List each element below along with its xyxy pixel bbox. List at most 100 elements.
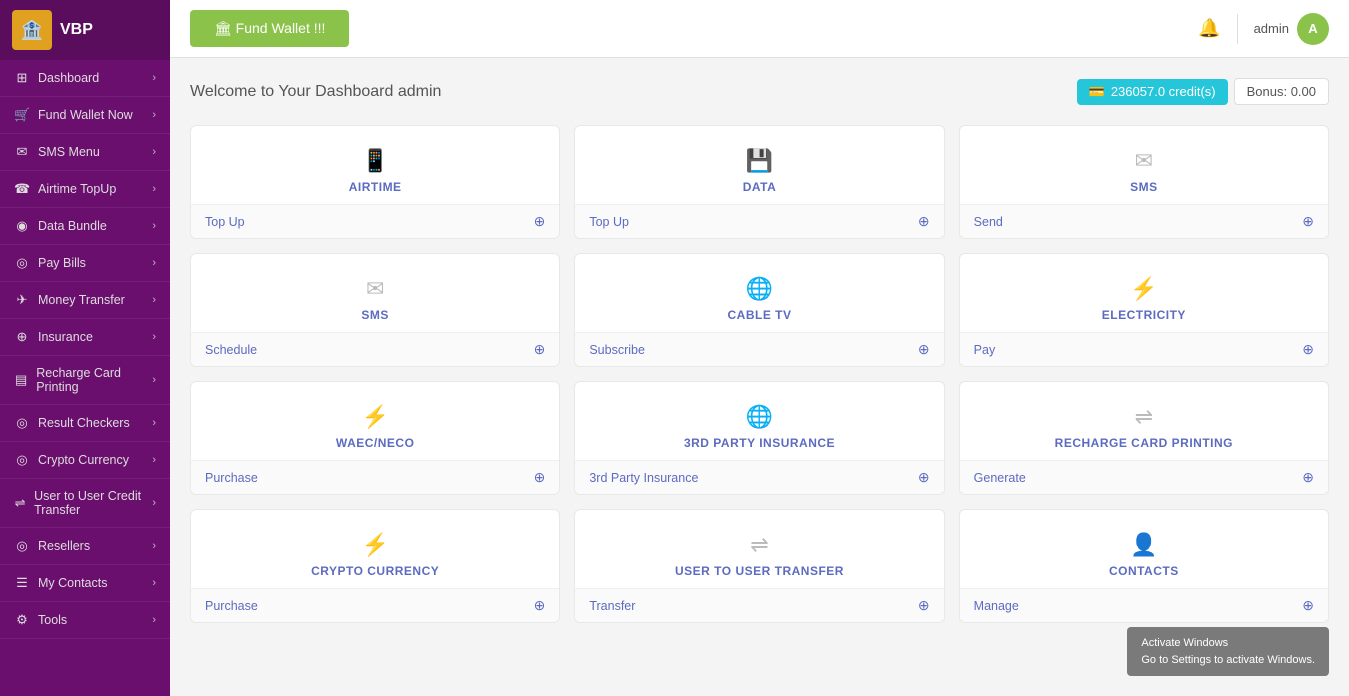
sidebar-item-left: ✈ Money Transfer [14, 292, 125, 308]
card-action-label-3rd-party[interactable]: 3rd Party Insurance [589, 471, 698, 485]
card-action-label-sms[interactable]: Send [974, 215, 1003, 229]
card-action-sms2[interactable]: Schedule ⊕ [191, 332, 559, 366]
card-top-crypto: ⚡ CRYPTO CURRENCY [191, 510, 559, 588]
sidebar-icon-pay-bills: ◎ [14, 255, 30, 271]
sidebar-item-pay-bills[interactable]: ◎ Pay Bills › [0, 245, 170, 282]
card-title-sms: SMS [1130, 180, 1158, 194]
card-action-label-data[interactable]: Top Up [589, 215, 629, 229]
sidebar-item-sms-menu[interactable]: ✉ SMS Menu › [0, 134, 170, 171]
card-action-user-transfer[interactable]: Transfer ⊕ [575, 588, 943, 622]
card-action-label-cable-tv[interactable]: Subscribe [589, 343, 645, 357]
card-electricity[interactable]: ⚡ ELECTRICITY Pay ⊕ [959, 253, 1329, 367]
card-contacts[interactable]: 👤 CONTACTS Manage ⊕ [959, 509, 1329, 623]
sidebar-item-insurance[interactable]: ⊕ Insurance › [0, 319, 170, 356]
sidebar-logo[interactable]: 🏦 VBP [0, 0, 170, 60]
card-data[interactable]: 💾 DATA Top Up ⊕ [574, 125, 944, 239]
card-action-contacts[interactable]: Manage ⊕ [960, 588, 1328, 622]
logo-text: VBP [60, 21, 93, 39]
sidebar-label-crypto-currency: Crypto Currency [38, 453, 129, 467]
card-title-recharge-card: RECHARGE CARD PRINTING [1055, 436, 1233, 450]
credits-badge: 💳 236057.0 credit(s) [1077, 79, 1228, 105]
card-action-label-contacts[interactable]: Manage [974, 599, 1019, 613]
card-top-recharge-card: ⇌ RECHARGE CARD PRINTING [960, 382, 1328, 460]
card-icon-data: 💾 [746, 148, 773, 174]
card-icon-electricity: ⚡ [1130, 276, 1157, 302]
card-3rd-party[interactable]: 🌐 3RD PARTY INSURANCE 3rd Party Insuranc… [574, 381, 944, 495]
card-action-recharge-card[interactable]: Generate ⊕ [960, 460, 1328, 494]
card-title-contacts: CONTACTS [1109, 564, 1179, 578]
card-airtime[interactable]: 📱 AIRTIME Top Up ⊕ [190, 125, 560, 239]
sidebar-item-airtime-topup[interactable]: ☎ Airtime TopUp › [0, 171, 170, 208]
card-recharge-card[interactable]: ⇌ RECHARGE CARD PRINTING Generate ⊕ [959, 381, 1329, 495]
chevron-icon-fund-wallet: › [152, 109, 156, 121]
sidebar-item-my-contacts[interactable]: ☰ My Contacts › [0, 565, 170, 602]
credits-area: 💳 236057.0 credit(s) Bonus: 0.00 [1077, 78, 1329, 105]
sidebar-item-recharge-card[interactable]: ▤ Recharge Card Printing › [0, 356, 170, 405]
card-top-contacts: 👤 CONTACTS [960, 510, 1328, 588]
card-action-data[interactable]: Top Up ⊕ [575, 204, 943, 238]
sidebar-label-user-transfer: User to User Credit Transfer [34, 489, 152, 517]
card-action-crypto[interactable]: Purchase ⊕ [191, 588, 559, 622]
card-action-plus-airtime: ⊕ [534, 213, 546, 230]
chevron-icon-sms-menu: › [152, 146, 156, 158]
card-cable-tv[interactable]: 🌐 CABLE TV Subscribe ⊕ [574, 253, 944, 367]
avatar: A [1297, 13, 1329, 45]
card-sms2[interactable]: ✉ SMS Schedule ⊕ [190, 253, 560, 367]
card-action-label-crypto[interactable]: Purchase [205, 599, 258, 613]
card-action-plus-electricity: ⊕ [1302, 341, 1314, 358]
card-action-airtime[interactable]: Top Up ⊕ [191, 204, 559, 238]
sidebar-icon-dashboard: ⊞ [14, 70, 30, 86]
chevron-icon-money-transfer: › [152, 294, 156, 306]
sidebar-item-result-checkers[interactable]: ◎ Result Checkers › [0, 405, 170, 442]
card-action-label-waec[interactable]: Purchase [205, 471, 258, 485]
sidebar-item-tools[interactable]: ⚙ Tools › [0, 602, 170, 639]
card-action-label-electricity[interactable]: Pay [974, 343, 996, 357]
card-action-sms[interactable]: Send ⊕ [960, 204, 1328, 238]
sidebar-item-left: 🛒 Fund Wallet Now [14, 107, 133, 123]
bonus-badge: Bonus: 0.00 [1234, 78, 1329, 105]
card-sms[interactable]: ✉ SMS Send ⊕ [959, 125, 1329, 239]
sidebar-icon-sms-menu: ✉ [14, 144, 30, 160]
card-action-3rd-party[interactable]: 3rd Party Insurance ⊕ [575, 460, 943, 494]
chevron-icon-tools: › [152, 614, 156, 626]
chevron-icon-pay-bills: › [152, 257, 156, 269]
sidebar-item-crypto-currency[interactable]: ◎ Crypto Currency › [0, 442, 170, 479]
card-action-label-airtime[interactable]: Top Up [205, 215, 245, 229]
welcome-text: Welcome to Your Dashboard admin [190, 83, 441, 101]
card-user-transfer[interactable]: ⇌ USER TO USER TRANSFER Transfer ⊕ [574, 509, 944, 623]
sidebar-icon-data-bundle: ◉ [14, 218, 30, 234]
card-title-electricity: ELECTRICITY [1102, 308, 1186, 322]
topbar-right: 🔔 admin A [1198, 13, 1329, 45]
sidebar-label-insurance: Insurance [38, 330, 93, 344]
chevron-icon-user-transfer: › [152, 497, 156, 509]
card-action-cable-tv[interactable]: Subscribe ⊕ [575, 332, 943, 366]
sidebar-item-fund-wallet[interactable]: 🛒 Fund Wallet Now › [0, 97, 170, 134]
card-action-electricity[interactable]: Pay ⊕ [960, 332, 1328, 366]
card-waec[interactable]: ⚡ WAEC/NECO Purchase ⊕ [190, 381, 560, 495]
card-top-3rd-party: 🌐 3RD PARTY INSURANCE [575, 382, 943, 460]
sidebar-item-left: ▤ Recharge Card Printing [14, 366, 152, 394]
card-crypto[interactable]: ⚡ CRYPTO CURRENCY Purchase ⊕ [190, 509, 560, 623]
sidebar-label-dashboard: Dashboard [38, 71, 99, 85]
sidebar-item-left: ☎ Airtime TopUp [14, 181, 116, 197]
card-action-plus-crypto: ⊕ [534, 597, 546, 614]
sidebar-item-resellers[interactable]: ◎ Resellers › [0, 528, 170, 565]
sidebar-item-data-bundle[interactable]: ◉ Data Bundle › [0, 208, 170, 245]
sidebar-item-dashboard[interactable]: ⊞ Dashboard › [0, 60, 170, 97]
card-top-user-transfer: ⇌ USER TO USER TRANSFER [575, 510, 943, 588]
card-title-airtime: AIRTIME [349, 180, 402, 194]
card-action-label-sms2[interactable]: Schedule [205, 343, 257, 357]
admin-info[interactable]: admin A [1254, 13, 1329, 45]
fund-wallet-button[interactable]: 🏛 Fund Wallet !!! [190, 10, 349, 47]
card-action-waec[interactable]: Purchase ⊕ [191, 460, 559, 494]
sidebar-item-money-transfer[interactable]: ✈ Money Transfer › [0, 282, 170, 319]
sidebar-item-left: ◉ Data Bundle [14, 218, 107, 234]
card-icon-airtime: 📱 [361, 148, 388, 174]
card-action-label-user-transfer[interactable]: Transfer [589, 599, 635, 613]
card-action-label-recharge-card[interactable]: Generate [974, 471, 1026, 485]
sidebar-item-user-transfer[interactable]: ⇌ User to User Credit Transfer › [0, 479, 170, 528]
card-action-plus-data: ⊕ [918, 213, 930, 230]
chevron-icon-result-checkers: › [152, 417, 156, 429]
sidebar-label-fund-wallet: Fund Wallet Now [38, 108, 133, 122]
bell-icon[interactable]: 🔔 [1198, 18, 1220, 39]
